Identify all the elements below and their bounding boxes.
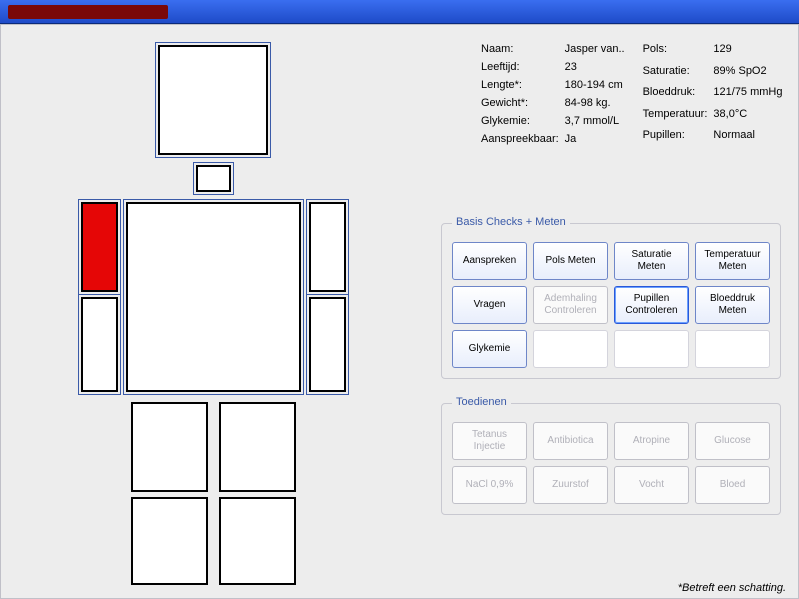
patient-info-right: Pols:129 Saturatie:89% SpO2 Bloeddruk:12… — [641, 39, 789, 149]
panel-toedienen: Toedienen Tetanus Injectie Antibiotica A… — [441, 403, 781, 515]
info-value: 38,0°C — [713, 106, 786, 126]
patient-info: Naam:Jasper van.. Leeftijd:23 Lengte*:18… — [479, 39, 789, 149]
button-glucose[interactable]: Glucose — [695, 422, 770, 460]
info-value: 121/75 mmHg — [713, 84, 786, 104]
panel-title: Toedienen — [452, 396, 511, 408]
body-head[interactable] — [158, 45, 268, 155]
info-label: Pupillen: — [643, 127, 712, 147]
body-arm-right-upper[interactable] — [81, 202, 118, 292]
button-atropine[interactable]: Atropine — [614, 422, 689, 460]
button-bloed[interactable]: Bloed — [695, 466, 770, 504]
body-leg-right-lower[interactable] — [131, 497, 208, 585]
button-antibiotica[interactable]: Antibiotica — [533, 422, 608, 460]
button-zuurstof[interactable]: Zuurstof — [533, 466, 608, 504]
titlebar-redacted — [8, 5, 168, 19]
button-pols-meten[interactable]: Pols Meten — [533, 242, 608, 280]
button-tetanus-injectie[interactable]: Tetanus Injectie — [452, 422, 527, 460]
body-arm-left-upper[interactable] — [309, 202, 346, 292]
body-leg-left-upper[interactable] — [219, 402, 296, 492]
checks-button-grid: Aanspreken Pols Meten Saturatie Meten Te… — [452, 242, 770, 368]
info-label: Glykemie: — [481, 113, 563, 129]
panel-title: Basis Checks + Meten — [452, 216, 570, 228]
button-empty[interactable] — [695, 330, 770, 368]
info-label: Naam: — [481, 41, 563, 57]
body-arm-right-lower[interactable] — [81, 297, 118, 392]
button-vragen[interactable]: Vragen — [452, 286, 527, 324]
body-leg-left-lower[interactable] — [219, 497, 296, 585]
button-aanspreken[interactable]: Aanspreken — [452, 242, 527, 280]
info-value: 180-194 cm — [565, 77, 629, 93]
info-label: Temperatuur: — [643, 106, 712, 126]
button-pupillen-controleren[interactable]: Pupillen Controleren — [614, 286, 689, 324]
info-label: Bloeddruk: — [643, 84, 712, 104]
info-label: Leeftijd: — [481, 59, 563, 75]
info-value: 3,7 mmol/L — [565, 113, 629, 129]
admin-button-grid: Tetanus Injectie Antibiotica Atropine Gl… — [452, 422, 770, 504]
info-value: 89% SpO2 — [713, 63, 786, 83]
body-neck[interactable] — [196, 165, 231, 192]
button-temperatuur-meten[interactable]: Temperatuur Meten — [695, 242, 770, 280]
info-value: Jasper van.. — [565, 41, 629, 57]
info-label: Aanspreekbaar: — [481, 131, 563, 147]
patient-info-left: Naam:Jasper van.. Leeftijd:23 Lengte*:18… — [479, 39, 631, 149]
info-label: Pols: — [643, 41, 712, 61]
info-value: 84-98 kg. — [565, 95, 629, 111]
button-vocht[interactable]: Vocht — [614, 466, 689, 504]
body-leg-right-upper[interactable] — [131, 402, 208, 492]
button-saturatie-meten[interactable]: Saturatie Meten — [614, 242, 689, 280]
button-bloeddruk-meten[interactable]: Bloeddruk Meten — [695, 286, 770, 324]
titlebar — [0, 0, 799, 24]
info-value: 129 — [713, 41, 786, 61]
button-nacl[interactable]: NaCl 0,9% — [452, 466, 527, 504]
button-glykemie[interactable]: Glykemie — [452, 330, 527, 368]
info-value: Normaal — [713, 127, 786, 147]
footnote: *Betreft een schatting. — [678, 582, 786, 594]
info-label: Gewicht*: — [481, 95, 563, 111]
info-label: Saturatie: — [643, 63, 712, 83]
info-value: 23 — [565, 59, 629, 75]
info-value: Ja — [565, 131, 629, 147]
info-label: Lengte*: — [481, 77, 563, 93]
button-ademhaling-controleren[interactable]: Ademhaling Controleren — [533, 286, 608, 324]
body-figure — [71, 45, 361, 585]
main-content: Naam:Jasper van.. Leeftijd:23 Lengte*:18… — [0, 24, 799, 599]
body-torso[interactable] — [126, 202, 301, 392]
panel-basis-checks: Basis Checks + Meten Aanspreken Pols Met… — [441, 223, 781, 379]
button-empty[interactable] — [614, 330, 689, 368]
body-arm-left-lower[interactable] — [309, 297, 346, 392]
button-empty[interactable] — [533, 330, 608, 368]
